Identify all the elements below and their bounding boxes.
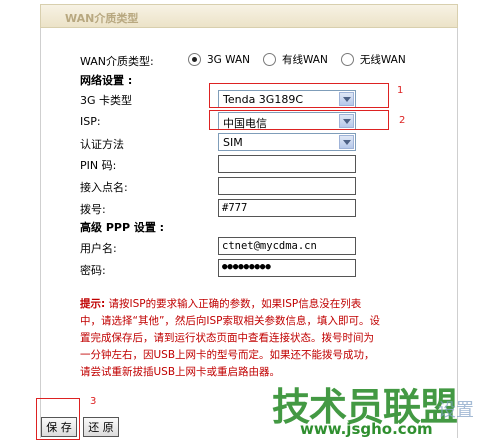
chevron-down-icon[interactable] [339, 135, 354, 149]
annotation-number-3: 3 [90, 396, 97, 407]
save-button[interactable]: 保 存 [41, 417, 77, 437]
auth-label: 认证方法 [80, 138, 124, 151]
pin-label: PIN 码: [80, 159, 117, 172]
auth-value: SIM [223, 136, 243, 149]
isp-label: ISP: [80, 115, 101, 128]
radio-3g-wan-button[interactable] [188, 53, 201, 66]
wan-type-radio-group: 3G WAN 有线WAN 无线WAN [188, 52, 419, 67]
dial-label: 拨号: [80, 203, 106, 216]
ppp-section-title: 高级 PPP 设置 : [80, 221, 165, 234]
radio-wireless-wan-button[interactable] [340, 53, 354, 66]
watermark-url: www.jsgho.com [300, 420, 433, 438]
radio-wired-wan[interactable]: 有线WAN [263, 52, 328, 67]
password-label: 密码: [80, 264, 106, 277]
password-input[interactable]: ●●●●●●●●● [218, 259, 356, 277]
radio-3g-wan-label: 3G WAN [207, 53, 250, 66]
hint-text: 提示: 请按ISP的要求输入正确的参数，如果ISP信息没在列表中，请选择“其他”… [80, 296, 380, 381]
auth-select[interactable]: SIM [218, 133, 356, 151]
radio-wireless-wan-label: 无线WAN [359, 54, 406, 66]
watermark-overlay-text: 设置 [438, 400, 474, 421]
restore-button[interactable]: 还 原 [83, 417, 119, 437]
annotation-box-1 [209, 83, 389, 108]
header-bar: WAN介质类型 [40, 4, 458, 28]
dial-input[interactable]: #777 [218, 199, 356, 217]
radio-wired-wan-label: 有线WAN [282, 54, 328, 66]
username-input[interactable]: ctnet@mycdma.cn [218, 237, 356, 255]
username-label: 用户名: [80, 242, 117, 255]
radio-3g-wan[interactable]: 3G WAN [188, 53, 250, 66]
annotation-number-1: 1 [397, 85, 404, 96]
card-type-label: 3G 卡类型 [80, 94, 133, 107]
annotation-number-2: 2 [399, 115, 406, 126]
network-section-title: 网络设置 : [80, 74, 133, 87]
hint-prefix: 提示: [80, 298, 106, 310]
wan-type-label: WAN介质类型: [80, 55, 154, 68]
pin-input[interactable] [218, 155, 356, 173]
apn-input[interactable] [218, 177, 356, 195]
hint-body: 请按ISP的要求输入正确的参数，如果ISP信息没在列表中，请选择“其他”，然后向… [80, 298, 380, 378]
radio-wired-wan-button[interactable] [263, 53, 276, 66]
annotation-box-2 [209, 110, 389, 130]
apn-label: 接入点名: [80, 181, 128, 194]
header-title: WAN介质类型 [65, 12, 139, 25]
radio-wireless-wan[interactable]: 无线WAN [340, 52, 406, 67]
